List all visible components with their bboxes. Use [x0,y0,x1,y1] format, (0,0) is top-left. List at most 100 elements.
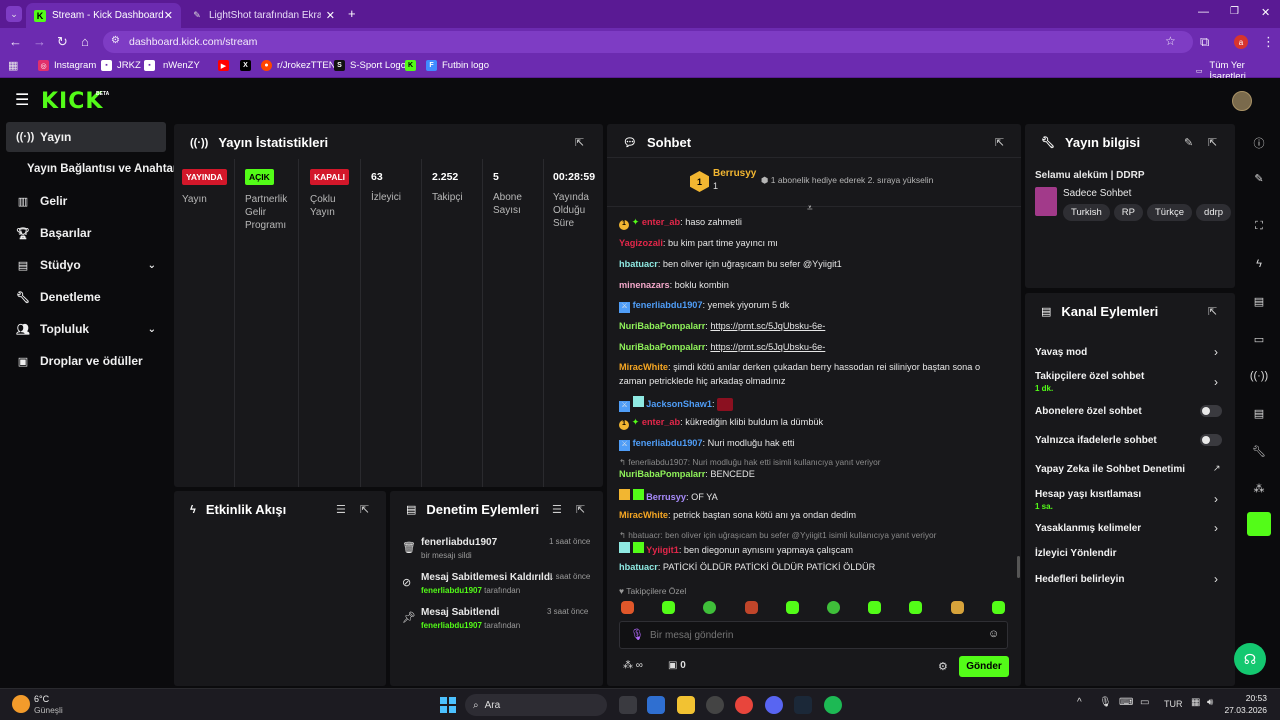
chat-username[interactable]: Yagizozali [619,238,663,248]
volume-icon[interactable]: 🔊︎ [1207,697,1213,708]
microphone-icon[interactable]: 🎙︎ [630,628,644,641]
action-goals[interactable]: Hedefleri belirleyin [1035,574,1124,585]
edit-pencil-icon[interactable]: ✎ [1184,136,1193,149]
microphone-icon[interactable]: 🎙︎ [1099,697,1112,708]
chrome-icon[interactable] [735,696,753,714]
sidebar-item-stream[interactable]: ((·)) Yayın [6,122,166,152]
menu-dots-icon[interactable]: ⋮ [1262,34,1275,50]
action-ai-moderation[interactable]: Yapay Zeka ile Sohbet Denetimi [1035,464,1185,475]
app-icon[interactable] [706,696,724,714]
action-raid[interactable]: İzleyici Yönlendir [1035,548,1117,559]
emote-icon[interactable] [827,601,840,614]
clock-date[interactable]: 27.03.2026 [1220,705,1267,715]
bookmark-instagram[interactable]: ◎ Instagram [38,60,96,71]
filter-icon[interactable]: ☰ [336,503,346,516]
minimize-button[interactable]: — [1198,6,1209,18]
back-arrow-icon[interactable]: ← [9,34,22,49]
emotes-only-toggle[interactable] [1200,434,1222,446]
chat-username[interactable]: NuriBabaPompalarr [619,469,705,479]
task-view-icon[interactable] [619,696,637,714]
broadcast-icon[interactable]: ((·)) [1249,370,1269,382]
tag[interactable]: Türkçe [1147,204,1193,221]
weather-sun-icon[interactable] [12,695,30,713]
close-icon[interactable]: ✕ [164,9,173,22]
sidebar-item-revenue[interactable]: ▥ Gelir [6,186,166,216]
action-subs-only[interactable]: Abonelere özel sohbet [1035,406,1142,417]
popout-icon[interactable]: ⇱ [1208,305,1217,318]
action-followers-only[interactable]: Takipçilere özel sohbet 1 dk. [1035,371,1144,393]
emote-icon[interactable] [992,601,1005,614]
weather-desc[interactable]: Güneşli [34,705,63,715]
spotify-icon[interactable] [824,696,842,714]
bookmark-ssport[interactable]: S S-Sport Logo [334,60,406,71]
chat-username[interactable]: NuriBabaPompalarr [619,342,705,352]
tag[interactable]: Turkish [1063,204,1110,221]
points-icon[interactable]: ⁂ [1249,482,1269,495]
sidebar-item-achievements[interactable]: 🏆︎ Başarılar [6,218,166,248]
emote-icon[interactable] [745,601,758,614]
chat-username[interactable]: NuriBabaPompalarr [619,321,705,331]
bookmark-kick[interactable]: K [405,60,421,71]
edit-pencil-icon[interactable]: ✎ [1249,172,1269,185]
discord-icon[interactable] [765,696,783,714]
sidebar-item-drops[interactable]: ▣ Droplar ve ödüller [6,346,166,376]
chat-username[interactable]: fenerliabdu1907 [633,438,703,448]
support-headset-icon[interactable]: ☊ [1234,643,1266,675]
url-bar[interactable]: ⚙ dashboard.kick.com/stream ☆ [103,31,1193,53]
chat-username[interactable]: MiracWhite [619,362,668,372]
subs-only-toggle[interactable] [1200,405,1222,417]
emoji-icon[interactable]: ☺ [988,628,999,640]
site-info-icon[interactable]: ⚙ [111,35,120,46]
external-link-icon[interactable]: ↗ [1213,463,1221,474]
stream-category[interactable]: Sadece Sohbet [1063,188,1131,199]
sidebar-item-stream-key[interactable]: Yayın Bağlantısı ve Anahtarı [6,154,181,184]
store-icon[interactable] [647,696,665,714]
emote-icon[interactable] [662,601,675,614]
mod-item-user[interactable]: fenerliabdu1907 [421,586,482,595]
user-avatar[interactable] [1232,91,1252,111]
wrench-icon[interactable]: 🔧︎ [1249,445,1269,458]
sidebar-item-community[interactable]: 👥︎ Topluluk ⌄ [6,314,166,344]
chat-username[interactable]: MiracWhite [619,510,668,520]
sidebar-item-studio[interactable]: ▤ Stüdyo ⌄ [6,250,166,280]
category-thumbnail[interactable] [1035,187,1057,216]
chat-username[interactable]: fenerliabdu1907 [633,300,703,310]
window-close-button[interactable]: ✕ [1261,6,1270,19]
display-icon[interactable]: ▭ [1140,697,1149,708]
popout-icon[interactable]: ⇱ [575,136,584,149]
action-emotes-only[interactable]: Yalnızca ifadelerle sohbet [1035,435,1157,446]
action-banned-words[interactable]: Yasaklanmış kelimeler [1035,523,1141,534]
emote-icon[interactable] [786,601,799,614]
chat-username[interactable]: JacksonShaw1 [646,399,712,409]
chevron-right-icon[interactable]: › [1214,492,1218,506]
emote-icon[interactable] [951,601,964,614]
bookmark-jrkz[interactable]: ▪ JRKZ [101,60,141,71]
bookmark-x[interactable]: X [240,60,256,71]
layout-icon[interactable]: ▤ [1249,407,1269,420]
bookmark-reddit[interactable]: ● r/JrokezTTEN [261,60,336,71]
chat-username[interactable]: Yyiigit1 [646,545,679,555]
profile-avatar[interactable]: a [1234,35,1248,49]
emote-icon[interactable] [909,601,922,614]
tab-kick-dashboard[interactable]: K Stream - Kick Dashboard ✕ [26,3,181,28]
weather-temp[interactable]: 6°C [34,694,49,704]
steam-icon[interactable] [794,696,812,714]
chat-input[interactable] [650,627,980,643]
bookmark-youtube[interactable]: ▶ [218,60,234,71]
reload-icon[interactable]: ↻ [57,34,68,50]
action-account-age[interactable]: Hesap yaşı kısıtlaması 1 sa. [1035,489,1141,511]
chat-username[interactable]: minenazars [619,280,670,290]
bookmark-blank[interactable]: ▪ [144,60,160,71]
crop-icon[interactable]: ⛶ [1249,220,1269,233]
chevron-right-icon[interactable]: › [1214,345,1218,359]
new-tab-button[interactable]: + [348,6,356,21]
chevron-up-icon[interactable]: ^ [1077,697,1082,708]
chevron-right-icon[interactable]: › [1214,521,1218,535]
chat-username[interactable]: enter_ab [642,217,680,227]
close-icon[interactable]: ✕ [326,9,335,22]
hamburger-menu-icon[interactable]: ☰ [15,90,29,110]
keyboard-icon[interactable]: ⌨ [1119,697,1133,708]
chat-input-box[interactable]: 🎙︎ ☺ [619,621,1008,649]
notes-icon[interactable]: ▤ [1249,295,1269,308]
clock-time[interactable]: 20:53 [1227,693,1267,703]
